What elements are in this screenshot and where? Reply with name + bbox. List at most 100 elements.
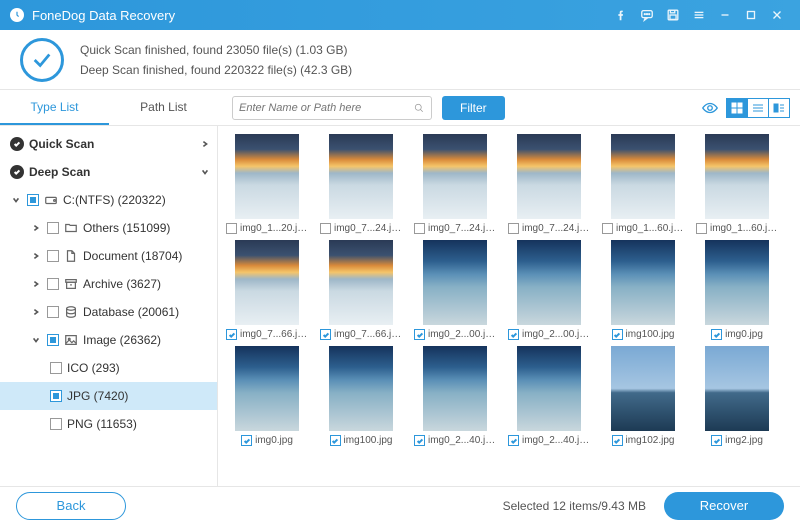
checkbox[interactable] (47, 334, 59, 346)
file-card[interactable]: img100.jpg (318, 346, 404, 446)
tree-label: Deep Scan (29, 165, 194, 179)
tab-path-list[interactable]: Path List (109, 91, 218, 125)
search-box[interactable] (232, 96, 432, 120)
facebook-icon[interactable] (608, 0, 634, 30)
thumbnail[interactable] (611, 346, 675, 431)
thumbnail[interactable] (611, 134, 675, 219)
filter-button[interactable]: Filter (442, 96, 505, 120)
checkbox[interactable] (47, 278, 59, 290)
file-checkbox[interactable] (241, 435, 252, 446)
tab-type-list[interactable]: Type List (0, 91, 109, 125)
file-checkbox[interactable] (226, 223, 237, 234)
file-checkbox[interactable] (508, 435, 519, 446)
thumbnail[interactable] (329, 346, 393, 431)
file-card[interactable]: img100.jpg (600, 240, 686, 340)
tree-others[interactable]: Others (151099) (0, 214, 217, 242)
tree-ico[interactable]: ICO (293) (0, 354, 217, 382)
file-checkbox[interactable] (612, 435, 623, 446)
thumbnail[interactable] (517, 134, 581, 219)
search-input[interactable] (239, 102, 413, 114)
file-card[interactable]: img0_2...00.jpg (412, 240, 498, 340)
thumbnail[interactable] (235, 346, 299, 431)
file-checkbox[interactable] (508, 329, 519, 340)
thumbnail[interactable] (423, 134, 487, 219)
file-name: img0_1...60.jpg (616, 223, 684, 234)
file-checkbox[interactable] (320, 223, 331, 234)
file-card[interactable]: img0_7...24.jpg (412, 134, 498, 234)
title-bar: FoneDog Data Recovery (0, 0, 800, 30)
maximize-icon[interactable] (738, 0, 764, 30)
selection-status: Selected 12 items/9.43 MB (503, 499, 646, 513)
tree-archive[interactable]: Archive (3627) (0, 270, 217, 298)
file-checkbox[interactable] (414, 223, 425, 234)
close-icon[interactable] (764, 0, 790, 30)
feedback-icon[interactable] (634, 0, 660, 30)
tree-deep-scan[interactable]: Deep Scan (0, 158, 217, 186)
file-card[interactable]: img0_1...60.jpg (694, 134, 780, 234)
file-checkbox[interactable] (226, 329, 237, 340)
minimize-icon[interactable] (712, 0, 738, 30)
file-card[interactable]: img0_2...00.jpg (506, 240, 592, 340)
checkbox[interactable] (50, 390, 62, 402)
menu-icon[interactable] (686, 0, 712, 30)
preview-toggle-icon[interactable] (701, 99, 719, 117)
file-card[interactable]: img2.jpg (694, 346, 780, 446)
thumbnail[interactable] (235, 240, 299, 325)
tree-png[interactable]: PNG (11653) (0, 410, 217, 438)
file-card[interactable]: img0_1...20.jpg (224, 134, 310, 234)
file-card[interactable]: img0_2...40.jpg (506, 346, 592, 446)
checkbox[interactable] (47, 222, 59, 234)
tree-image[interactable]: Image (26362) (0, 326, 217, 354)
file-card[interactable]: img0.jpg (694, 240, 780, 340)
footer: Back Selected 12 items/9.43 MB Recover (0, 486, 800, 524)
thumbnail[interactable] (705, 134, 769, 219)
file-card[interactable]: img102.jpg (600, 346, 686, 446)
view-grid-button[interactable] (726, 98, 748, 118)
file-checkbox[interactable] (711, 435, 722, 446)
thumbnail[interactable] (611, 240, 675, 325)
file-card[interactable]: img0_1...60.jpg (600, 134, 686, 234)
file-checkbox[interactable] (711, 329, 722, 340)
thumbnail[interactable] (517, 240, 581, 325)
file-name: img0.jpg (725, 329, 763, 340)
thumbnail[interactable] (329, 240, 393, 325)
file-checkbox[interactable] (414, 329, 425, 340)
file-card[interactable]: img0_7...66.jpg (318, 240, 404, 340)
tree-quick-scan[interactable]: Quick Scan (0, 130, 217, 158)
checkbox[interactable] (50, 362, 62, 374)
file-card[interactable]: img0_7...66.jpg (224, 240, 310, 340)
file-checkbox[interactable] (696, 223, 707, 234)
thumbnail[interactable] (517, 346, 581, 431)
thumbnail[interactable] (423, 240, 487, 325)
thumbnail[interactable] (705, 240, 769, 325)
file-card[interactable]: img0.jpg (224, 346, 310, 446)
thumbnail[interactable] (329, 134, 393, 219)
view-list-button[interactable] (747, 98, 769, 118)
chevron-down-icon (199, 166, 211, 178)
view-detail-button[interactable] (768, 98, 790, 118)
file-checkbox[interactable] (414, 435, 425, 446)
tree-jpg[interactable]: JPG (7420) (0, 382, 217, 410)
file-checkbox[interactable] (320, 329, 331, 340)
tree-database[interactable]: Database (20061) (0, 298, 217, 326)
thumbnail[interactable] (705, 346, 769, 431)
checkbox[interactable] (27, 194, 39, 206)
file-checkbox[interactable] (508, 223, 519, 234)
tree-drive[interactable]: C:(NTFS) (220322) (0, 186, 217, 214)
back-button[interactable]: Back (16, 492, 126, 520)
thumbnail[interactable] (423, 346, 487, 431)
file-card[interactable]: img0_7...24.jpg (506, 134, 592, 234)
tree-document[interactable]: Document (18704) (0, 242, 217, 270)
file-card[interactable]: img0_7...24.jpg (318, 134, 404, 234)
file-checkbox[interactable] (612, 329, 623, 340)
file-checkbox[interactable] (602, 223, 613, 234)
file-name: img0_2...40.jpg (522, 435, 590, 446)
checkbox[interactable] (47, 250, 59, 262)
recover-button[interactable]: Recover (664, 492, 784, 520)
checkbox[interactable] (50, 418, 62, 430)
file-checkbox[interactable] (330, 435, 341, 446)
save-icon[interactable] (660, 0, 686, 30)
file-card[interactable]: img0_2...40.jpg (412, 346, 498, 446)
checkbox[interactable] (47, 306, 59, 318)
thumbnail[interactable] (235, 134, 299, 219)
